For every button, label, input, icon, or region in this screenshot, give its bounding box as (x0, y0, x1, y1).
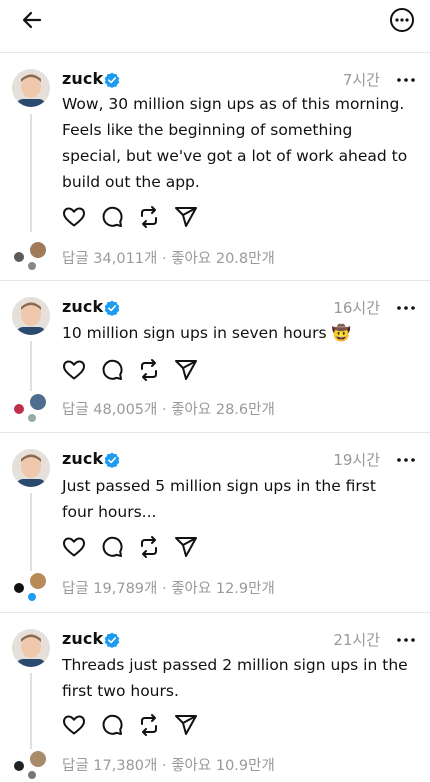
reply-icon[interactable] (100, 205, 124, 229)
verified-badge-icon (104, 300, 120, 316)
post-text: 10 million sign ups in seven hours 🤠 (62, 324, 351, 342)
replies-count: 48,005개 (93, 402, 158, 418)
likes-label: 좋아요 (171, 402, 212, 418)
username[interactable]: zuck (62, 629, 103, 648)
avatar[interactable] (12, 449, 50, 487)
post-stats[interactable]: 답글 48,005개 · 좋아요 28.6만개 (62, 398, 275, 419)
reply-icon[interactable] (100, 535, 124, 559)
stats-separator: · (161, 251, 167, 267)
stats-separator: · (161, 581, 167, 597)
reply-icon[interactable] (100, 713, 124, 737)
username[interactable]: zuck (62, 297, 103, 316)
send-icon[interactable] (174, 205, 198, 229)
post-more-icon[interactable] (396, 456, 416, 464)
send-icon[interactable] (174, 713, 198, 737)
verified-badge-icon (104, 632, 120, 648)
likes-count: 20.8만개 (215, 251, 275, 267)
likes-count: 28.6만개 (215, 402, 275, 418)
replies-count: 19,789개 (93, 581, 158, 597)
replies-label: 답글 (62, 758, 89, 774)
reply-icon[interactable] (100, 358, 124, 382)
post-more-icon[interactable] (396, 636, 416, 644)
send-icon[interactable] (174, 535, 198, 559)
verified-badge-icon (104, 72, 120, 88)
stats-separator: · (161, 758, 167, 774)
repost-icon[interactable] (137, 358, 161, 382)
post-actions (62, 535, 202, 559)
post-stats[interactable]: 답글 34,011개 · 좋아요 20.8만개 (62, 247, 275, 268)
likes-label: 좋아요 (171, 758, 212, 774)
thread-post[interactable]: zuck 21시간 Threads just passed 2 million … (0, 613, 430, 782)
thread-post[interactable]: zuck 19시간 Just passed 5 million sign ups… (0, 433, 430, 613)
avatar[interactable] (12, 629, 50, 667)
repost-icon[interactable] (137, 205, 161, 229)
replies-label: 답글 (62, 581, 89, 597)
reply-avatars (10, 240, 52, 272)
thread-line (30, 673, 32, 749)
thread-post[interactable]: zuck 16시간 10 million sign ups in seven h… (0, 281, 430, 431)
likes-count: 10.9만개 (215, 758, 275, 774)
likes-count: 12.9만개 (215, 581, 275, 597)
top-bar (0, 0, 430, 52)
reply-avatars (10, 571, 52, 603)
post-text: Just passed 5 million sign ups in the fi… (62, 477, 376, 521)
reply-avatars (10, 392, 52, 424)
post-actions (62, 358, 202, 382)
heart-icon[interactable] (62, 535, 86, 559)
repost-icon[interactable] (137, 713, 161, 737)
post-time: 21시간 (333, 631, 380, 649)
heart-icon[interactable] (62, 205, 86, 229)
thread-line (30, 114, 32, 232)
post-stats[interactable]: 답글 19,789개 · 좋아요 12.9만개 (62, 577, 275, 598)
avatar[interactable] (12, 69, 50, 107)
post-time: 19시간 (333, 451, 380, 469)
post-more-icon[interactable] (396, 304, 416, 312)
replies-count: 17,380개 (93, 758, 158, 774)
send-icon[interactable] (174, 358, 198, 382)
post-time: 7시간 (342, 71, 380, 89)
thread-line (30, 493, 32, 571)
likes-label: 좋아요 (171, 251, 212, 267)
likes-label: 좋아요 (171, 581, 212, 597)
replies-label: 답글 (62, 402, 89, 418)
replies-count: 34,011개 (93, 251, 158, 267)
arrow-left-icon[interactable] (18, 6, 46, 34)
post-actions (62, 713, 202, 737)
thread-post[interactable]: zuck 7시간 Wow, 30 million sign ups as of … (0, 52, 430, 280)
verified-badge-icon (104, 452, 120, 468)
heart-icon[interactable] (62, 358, 86, 382)
heart-icon[interactable] (62, 713, 86, 737)
replies-label: 답글 (62, 251, 89, 267)
username[interactable]: zuck (62, 69, 103, 88)
post-stats[interactable]: 답글 17,380개 · 좋아요 10.9만개 (62, 754, 275, 775)
avatar[interactable] (12, 297, 50, 335)
reply-avatars (10, 749, 52, 781)
stats-separator: · (161, 402, 167, 418)
post-text: Wow, 30 million sign ups as of this morn… (62, 95, 408, 191)
repost-icon[interactable] (137, 535, 161, 559)
post-text: Threads just passed 2 million sign ups i… (62, 656, 408, 700)
post-time: 16시간 (333, 299, 380, 317)
thread-line (30, 341, 32, 391)
username[interactable]: zuck (62, 449, 103, 468)
post-actions (62, 205, 202, 229)
more-circle-icon[interactable] (388, 6, 416, 34)
post-more-icon[interactable] (396, 76, 416, 84)
